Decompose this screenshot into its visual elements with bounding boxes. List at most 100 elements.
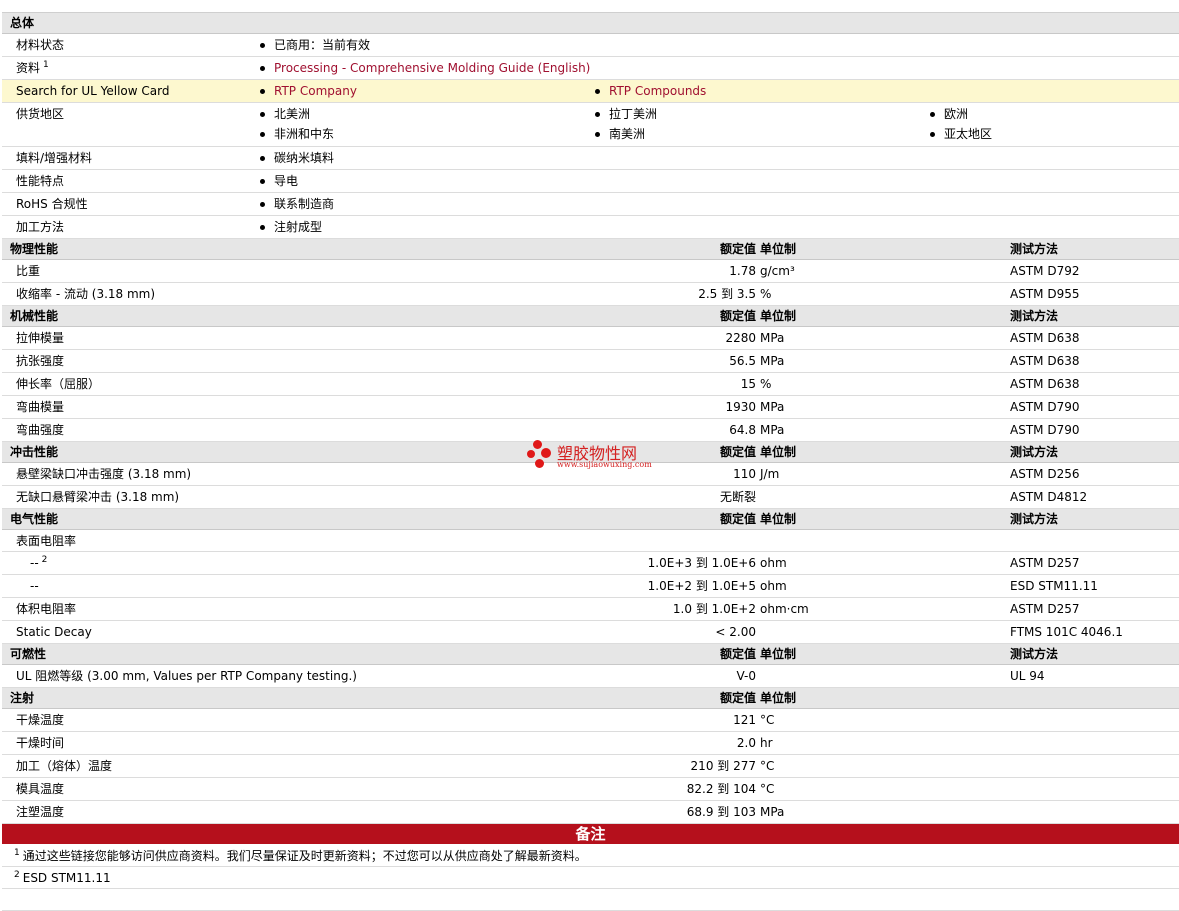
section-title: 机械性能: [10, 309, 59, 323]
row-ul-yellow-card: Search for UL Yellow Card RTP Company RT…: [2, 80, 1179, 103]
section-injection-header: 注射 额定值 单位制: [2, 688, 1179, 709]
property-unit: %: [760, 377, 772, 391]
region-item: 欧洲: [928, 106, 968, 122]
section-physical-header: 物理性能 额定值 单位制 测试方法: [2, 239, 1179, 260]
property-label: 弯曲强度: [16, 423, 65, 437]
property-test: ASTM D257: [1010, 556, 1080, 570]
note-text: 2 ESD STM11.11: [14, 870, 111, 885]
processing-guide-link[interactable]: Processing - Comprehensive Molding Guide…: [274, 61, 590, 75]
property-unit: ohm: [760, 579, 787, 593]
property-row: 无缺口悬臂梁冲击 (3.18 mm) 无断裂 ASTM D4812: [2, 486, 1179, 509]
property-value: 68.9 到 103: [686, 805, 756, 819]
property-test: ASTM D638: [1010, 354, 1080, 368]
row-label: RoHS 合规性: [16, 197, 88, 211]
property-label: Static Decay: [16, 625, 92, 639]
property-row: -- 2 1.0E+3 到 1.0E+6 ohm ASTM D257: [2, 552, 1179, 575]
section-mechanical-header: 机械性能 额定值 单位制 测试方法: [2, 306, 1179, 327]
col-header-unit: 单位制: [760, 445, 797, 459]
property-label: 体积电阻率: [16, 602, 77, 616]
property-unit: MPa: [760, 331, 785, 345]
section-title: 冲击性能: [10, 445, 59, 459]
property-value: 2.5 到 3.5: [698, 287, 756, 301]
property-row: 收缩率 - 流动 (3.18 mm) 2.5 到 3.5 % ASTM D955: [2, 283, 1179, 306]
property-test: ASTM D790: [1010, 423, 1080, 437]
property-value: 110: [733, 467, 756, 481]
property-row: 干燥时间 2.0 hr: [2, 732, 1179, 755]
note-text: 1 通过这些链接您能够访问供应商资料。我们尽量保证及时更新资料；不过您可以从供应商…: [14, 848, 587, 863]
property-row: 伸长率（屈服） 15 % ASTM D638: [2, 373, 1179, 396]
row-value: 注射成型: [258, 219, 322, 235]
property-test: ASTM D792: [1010, 264, 1080, 278]
property-label: 抗张强度: [16, 354, 65, 368]
col-header-unit: 单位制: [760, 512, 797, 526]
property-unit: MPa: [760, 400, 785, 414]
row-material-status: 材料状态 已商用：当前有效: [2, 34, 1179, 57]
blank-row: [2, 889, 1179, 911]
property-value: 1930: [725, 400, 756, 414]
property-value: 1.0 到 1.0E+2: [672, 602, 756, 616]
property-value: 15: [740, 377, 756, 391]
region-item: 拉丁美洲: [593, 106, 657, 122]
col-header-value: 额定值: [719, 647, 756, 661]
rtp-compounds-link[interactable]: RTP Compounds: [609, 84, 706, 98]
property-test: ASTM D256: [1010, 467, 1080, 481]
logo-dot-icon: [533, 440, 542, 449]
property-label: 比重: [16, 264, 41, 278]
footnote-ref: 2: [41, 555, 48, 565]
property-label: 干燥时间: [16, 736, 65, 750]
property-value: 1.0E+2 到 1.0E+5: [647, 579, 756, 593]
property-row: UL 阻燃等级 (3.00 mm, Values per RTP Company…: [2, 665, 1179, 688]
property-label: 收缩率 - 流动 (3.18 mm): [16, 287, 156, 301]
property-row: 体积电阻率 1.0 到 1.0E+2 ohm·cm ASTM D257: [2, 598, 1179, 621]
property-row: 比重 1.78 g/cm³ ASTM D792: [2, 260, 1179, 283]
property-label: 拉伸模量: [16, 331, 65, 345]
logo-dot-icon: [541, 448, 551, 458]
watermark-url: www.sujiaowuxing.com: [557, 460, 652, 469]
property-row: -- 1.0E+2 到 1.0E+5 ohm ESD STM11.11: [2, 575, 1179, 598]
col-header-value: 额定值: [719, 691, 756, 705]
logo-dot-icon: [527, 450, 535, 458]
property-unit: J/m: [760, 467, 780, 481]
property-row: 弯曲模量 1930 MPa ASTM D790: [2, 396, 1179, 419]
property-test: ASTM D638: [1010, 377, 1080, 391]
property-test: ASTM D638: [1010, 331, 1080, 345]
property-label: --: [30, 579, 39, 593]
property-label: 模具温度: [16, 782, 65, 796]
footnote-marker: 1: [14, 848, 20, 858]
notes-header: 备注: [2, 824, 1179, 845]
property-test: ASTM D955: [1010, 287, 1080, 301]
property-unit: °C: [760, 782, 775, 796]
bullet-item: RTP Company: [258, 83, 357, 99]
property-row: 模具温度 82.2 到 104 °C: [2, 778, 1179, 801]
region-item: 非洲和中东: [258, 126, 334, 142]
property-value: 56.5: [729, 354, 756, 368]
note-row: 1 通过这些链接您能够访问供应商资料。我们尽量保证及时更新资料；不过您可以从供应商…: [2, 845, 1179, 867]
property-unit: ohm: [760, 556, 787, 570]
bullet-item: Processing - Comprehensive Molding Guide…: [258, 60, 590, 76]
property-label: 干燥温度: [16, 713, 65, 727]
bullet-item: RTP Compounds: [593, 83, 706, 99]
col-header-test: 测试方法: [1010, 445, 1059, 459]
property-unit: hr: [760, 736, 773, 750]
property-value: 210 到 277: [690, 759, 756, 773]
col-header-test: 测试方法: [1010, 309, 1059, 323]
row-label: 资料 1: [16, 60, 49, 75]
row-process-method: 加工方法 注射成型: [2, 216, 1179, 239]
property-label: 弯曲模量: [16, 400, 65, 414]
property-test: ASTM D4812: [1010, 490, 1088, 504]
property-test: FTMS 101C 4046.1: [1010, 625, 1123, 639]
property-label: 加工（熔体）温度: [16, 759, 113, 773]
row-label: 填料/增强材料: [16, 151, 93, 165]
property-value: 64.8: [729, 423, 756, 437]
row-features: 性能特点 导电: [2, 170, 1179, 193]
rtp-company-link[interactable]: RTP Company: [274, 84, 357, 98]
property-label: 伸长率（屈服）: [16, 377, 101, 391]
row-regions: 供货地区 北美洲 拉丁美洲 欧洲 非洲和中东 南美洲 亚太地区: [2, 103, 1179, 147]
logo-dot-icon: [535, 459, 544, 468]
section-title: 物理性能: [10, 242, 59, 256]
property-label: UL 阻燃等级 (3.00 mm, Values per RTP Company…: [16, 669, 357, 683]
property-test: ASTM D257: [1010, 602, 1080, 616]
footnote-marker: 2: [14, 870, 20, 880]
property-test: UL 94: [1010, 669, 1045, 683]
property-unit: MPa: [760, 805, 785, 819]
